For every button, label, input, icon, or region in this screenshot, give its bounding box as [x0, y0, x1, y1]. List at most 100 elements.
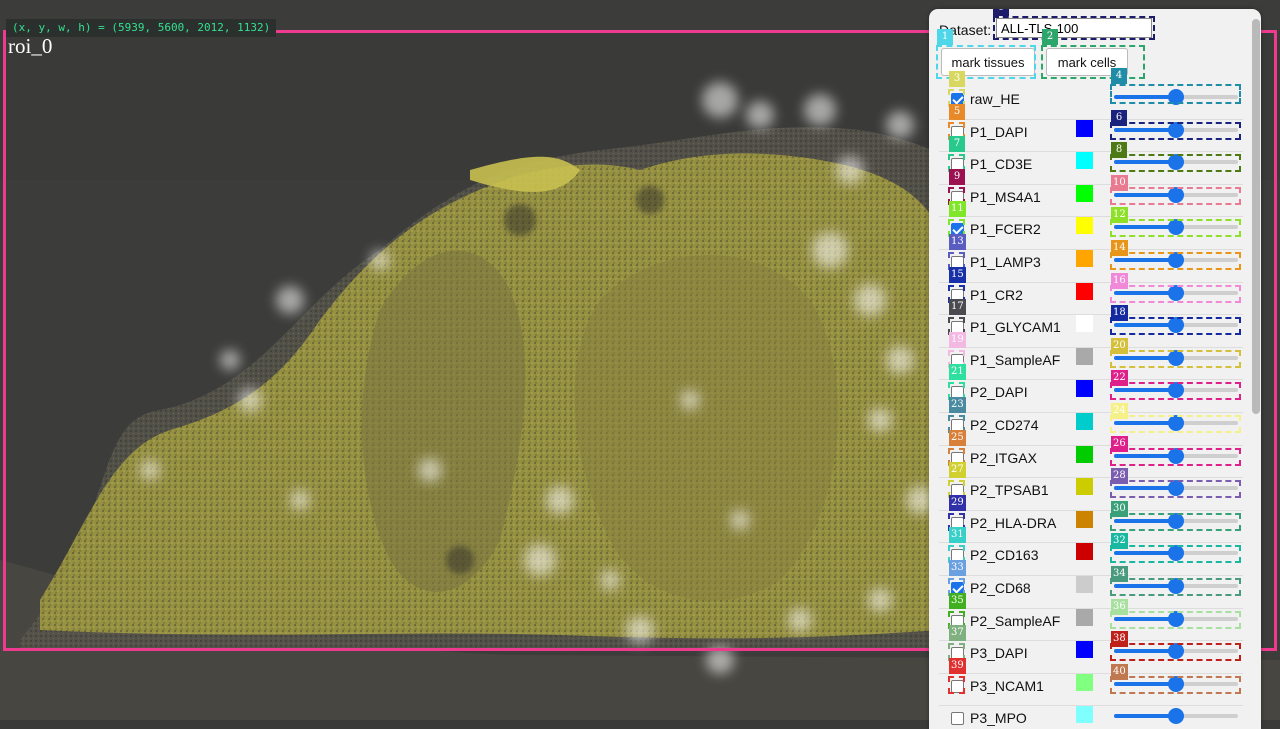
- channel-name: raw_HE: [970, 91, 1020, 107]
- element-tag-label: 15: [949, 266, 966, 283]
- element-tag-box: [1110, 219, 1241, 238]
- channel-name: P2_HLA-DRA: [970, 514, 1057, 531]
- element-tag-label: 10: [1111, 174, 1128, 191]
- channel-color-swatch[interactable]: [1076, 119, 1093, 137]
- element-tag-label: 17: [949, 299, 966, 316]
- element-tag-box: [1110, 643, 1241, 662]
- element-tag-label: 7: [949, 136, 965, 153]
- element-tag-label: 5: [949, 103, 965, 120]
- channel-control-panel: Dataset: mark tissues mark cells raw_HEP…: [929, 9, 1261, 729]
- element-tag-box: [1110, 154, 1241, 173]
- element-tag-label: 20: [1111, 337, 1128, 354]
- element-tag-box: [1110, 415, 1241, 433]
- slider-thumb[interactable]: [1168, 708, 1184, 725]
- element-tag-box: [1110, 186, 1241, 205]
- channel-color-swatch[interactable]: [1076, 250, 1093, 267]
- element-tag-label: 34: [1111, 566, 1128, 582]
- element-tag-box: [1110, 349, 1241, 368]
- element-tag-box: [1110, 675, 1241, 694]
- channel-name: P2_CD68: [970, 580, 1031, 596]
- element-tag-label: 29: [949, 494, 966, 511]
- element-tag-label: 24: [1111, 403, 1128, 419]
- element-tag-label: 12: [1111, 207, 1128, 224]
- channel-name: P1_GLYCAM1: [970, 319, 1061, 336]
- element-tag-box: [1110, 578, 1241, 596]
- channel-intensity-slider[interactable]: [1114, 708, 1238, 725]
- channel-name: P2_SampleAF: [970, 612, 1061, 629]
- element-tag-box: [1110, 252, 1241, 270]
- element-tag-label: 2: [1042, 29, 1058, 45]
- element-tag-label: 6: [1111, 109, 1127, 126]
- channel-name: P2_CD274: [970, 417, 1039, 433]
- channel-color-swatch[interactable]: [1076, 445, 1093, 463]
- channel-row-p3-mpo: P3_MPO: [929, 705, 1249, 729]
- channel-name: P2_ITGAX: [970, 449, 1037, 466]
- channel-name: P1_DAPI: [970, 123, 1028, 140]
- element-tag-label: 11: [949, 201, 966, 218]
- channel-color-swatch[interactable]: [1076, 510, 1093, 528]
- element-tag-label: 19: [949, 331, 966, 348]
- channel-checkbox[interactable]: [951, 712, 964, 726]
- element-tag-label: 37: [949, 625, 966, 642]
- channel-name: P1_FCER2: [970, 221, 1041, 238]
- channel-color-swatch[interactable]: [1076, 641, 1093, 659]
- channel-name: P1_CR2: [970, 286, 1023, 303]
- channel-name: P1_LAMP3: [970, 254, 1041, 270]
- channel-color-swatch[interactable]: [1076, 347, 1093, 365]
- element-tag-label: 4: [1111, 68, 1127, 84]
- element-tag-box: [1110, 382, 1241, 401]
- element-tag-label: 14: [1111, 240, 1128, 256]
- element-tag-label: 9: [949, 168, 965, 185]
- element-tag-box: [1110, 317, 1241, 336]
- channel-name: P3_MPO: [970, 710, 1027, 727]
- element-tag-label: 0: [993, 9, 1009, 16]
- element-tag-box: [1110, 512, 1241, 531]
- element-tag-label: 38: [1111, 631, 1128, 648]
- channel-color-swatch[interactable]: [1076, 184, 1093, 202]
- element-tag-label: 30: [1111, 500, 1128, 517]
- channel-color-swatch[interactable]: [1076, 608, 1093, 626]
- channel-color-swatch[interactable]: [1076, 576, 1093, 593]
- channel-name: P2_TPSAB1: [970, 482, 1049, 499]
- channel-color-swatch[interactable]: [1076, 217, 1093, 235]
- panel-scrollbar-thumb[interactable]: [1252, 19, 1260, 414]
- element-tag-box: [1110, 610, 1241, 629]
- element-tag-label: 8: [1111, 142, 1127, 159]
- element-tag-label: 13: [949, 234, 966, 250]
- element-tag-label: 18: [1111, 305, 1128, 322]
- element-tag-label: 25: [949, 429, 966, 446]
- element-tag-box: [948, 675, 965, 694]
- element-tag-box: [1110, 84, 1241, 104]
- element-tag-label: 1: [937, 29, 953, 45]
- channel-color-swatch[interactable]: [1076, 673, 1093, 691]
- channel-name: P1_CD3E: [970, 156, 1033, 173]
- channel-color-swatch[interactable]: [1076, 543, 1093, 561]
- slider-fill: [1114, 714, 1176, 719]
- element-tag-label: 22: [1111, 370, 1128, 387]
- element-tag-box: [1110, 480, 1241, 499]
- channel-color-swatch[interactable]: [1076, 315, 1093, 333]
- element-tag-label: 23: [949, 397, 966, 413]
- channel-color-swatch[interactable]: [1076, 413, 1093, 430]
- channel-name: P3_DAPI: [970, 645, 1028, 662]
- element-tag-label: 31: [949, 527, 966, 544]
- element-tag-box: [1110, 284, 1241, 303]
- element-tag-label: 33: [949, 560, 966, 576]
- element-tag-label: 36: [1111, 598, 1128, 615]
- channel-color-swatch[interactable]: [1076, 152, 1093, 170]
- element-tag-label: 27: [949, 462, 966, 479]
- element-tag-label: 35: [949, 592, 966, 609]
- element-tag-label: 16: [1111, 272, 1128, 289]
- channel-color-swatch[interactable]: [1076, 706, 1093, 724]
- channel-color-swatch[interactable]: [1076, 282, 1093, 300]
- channel-color-swatch[interactable]: [1076, 380, 1093, 398]
- element-tag-label: 28: [1111, 468, 1128, 485]
- channel-name: P3_NCAM1: [970, 677, 1044, 694]
- element-tag-label: 40: [1111, 663, 1128, 680]
- element-tag-box: [1110, 121, 1241, 140]
- element-tag-label: 39: [949, 657, 966, 674]
- element-tag-label: 3: [949, 71, 965, 87]
- element-tag-box: [1110, 545, 1241, 564]
- channel-name: P2_DAPI: [970, 384, 1028, 401]
- channel-color-swatch[interactable]: [1076, 478, 1093, 496]
